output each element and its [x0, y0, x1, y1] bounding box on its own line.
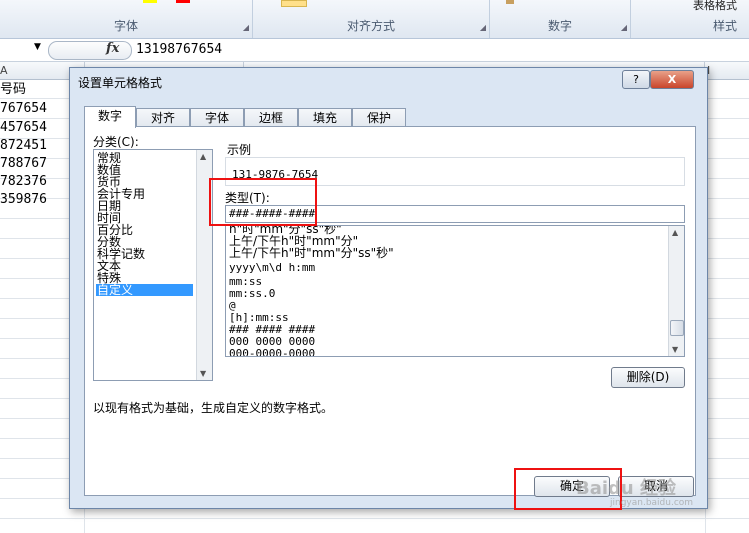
cell[interactable]: 359876	[0, 191, 70, 209]
category-scrollbar[interactable]: ▲ ▼	[196, 150, 212, 380]
tab-protection[interactable]: 保护	[352, 108, 406, 127]
scroll-down-icon[interactable]: ▼	[672, 345, 678, 354]
tab-border[interactable]: 边框	[244, 108, 298, 127]
sample-label: 示例	[227, 143, 252, 157]
ribbon-group-label: 字体	[113, 19, 138, 33]
tab-font[interactable]: 字体	[190, 108, 244, 127]
dialog-launcher-icon[interactable]: ◢	[243, 23, 249, 32]
ribbon-group-styles: 表格格式 样式	[631, 0, 749, 38]
ribbon-group-font: 字体 ◢	[0, 0, 253, 38]
scroll-down-icon[interactable]: ▼	[200, 369, 206, 378]
list-item[interactable]: 上午/下午h"时"mm"分"ss"秒"	[229, 247, 394, 259]
sample-value: 131-9876-7654	[232, 168, 319, 181]
formula-bar-handle[interactable]	[48, 41, 132, 60]
watermark-url: jingyan.baidu.com	[610, 498, 694, 508]
format-as-table-label[interactable]: 表格格式	[693, 0, 737, 13]
format-scrollbar[interactable]: ▲ ▼	[668, 226, 684, 356]
cell[interactable]: 457654	[0, 119, 70, 137]
sample-box: 131-9876-7654	[225, 157, 685, 186]
name-box[interactable]: ▼	[0, 40, 42, 59]
grid-line	[0, 518, 749, 519]
type-input-value: ###-####-####	[229, 207, 316, 220]
dialog-launcher-icon[interactable]: ◢	[480, 23, 486, 32]
wrap-text-icon[interactable]	[281, 0, 307, 7]
type-label: 类型(T):	[225, 191, 270, 205]
ribbon-group-label: 数字	[547, 19, 572, 33]
cell[interactable]: 767654	[0, 100, 70, 118]
dialog-launcher-icon[interactable]: ◢	[621, 23, 627, 32]
ribbon-group-number: 数字 ◢	[490, 0, 631, 38]
ribbon-group-label: 对齐方式	[346, 19, 395, 33]
help-button[interactable]: ?	[622, 70, 650, 89]
category-label: 分类(C):	[93, 135, 139, 149]
scroll-up-icon[interactable]: ▲	[200, 152, 206, 161]
close-button[interactable]: X	[650, 70, 694, 89]
highlight-color-swatch[interactable]	[143, 0, 157, 3]
cell[interactable]: 号码	[0, 81, 70, 99]
type-input[interactable]: ###-####-####	[225, 205, 685, 223]
number-format-icon[interactable]	[506, 0, 514, 4]
ribbon: 字体 ◢ 对齐方式 ◢ 数字 ◢ 表格格式 样式	[0, 0, 749, 39]
category-list[interactable]: 常规 数值 货币 会计专用 日期 时间 百分比 分数 科学记数 文本 特殊 自定…	[93, 149, 213, 381]
list-item-selected[interactable]: 自定义	[96, 284, 193, 296]
format-cells-dialog: 设置单元格格式 ? X 数字 对齐 字体 边框 填充 保护 分类(C): 常规 …	[69, 67, 708, 509]
watermark-logo: Baidu 经验	[576, 478, 677, 499]
list-item[interactable]: yyyy\m\d h:mm	[229, 262, 315, 274]
ribbon-group-alignment: 对齐方式 ◢	[253, 0, 490, 38]
tab-number[interactable]: 数字	[84, 106, 136, 128]
number-tab-panel: 分类(C): 常规 数值 货币 会计专用 日期 时间 百分比 分数 科学记数 文…	[84, 126, 696, 496]
list-item[interactable]: 000-0000-0000	[229, 348, 315, 357]
formula-bar: ▼ fx 13198767654	[0, 39, 749, 62]
cell[interactable]: 872451	[0, 137, 70, 155]
delete-button[interactable]: 删除(D)	[611, 367, 685, 388]
cell[interactable]: 782376	[0, 173, 70, 191]
description-text: 以现有格式为基础，生成自定义的数字格式。	[93, 401, 334, 415]
column-header-i[interactable]: I	[705, 62, 749, 80]
scroll-thumb[interactable]	[670, 320, 684, 336]
ribbon-group-label: 样式	[712, 19, 737, 33]
cell[interactable]: 788767	[0, 155, 70, 173]
font-color-swatch[interactable]	[176, 0, 190, 3]
formula-input[interactable]: 13198767654	[136, 42, 222, 57]
insert-function-icon[interactable]: fx	[106, 41, 119, 56]
dialog-title: 设置单元格格式	[78, 76, 163, 90]
tab-alignment[interactable]: 对齐	[136, 108, 190, 127]
chevron-down-icon[interactable]: ▼	[34, 42, 41, 52]
format-list[interactable]: h"时"mm"分"ss"秒" 上午/下午h"时"mm"分" 上午/下午h"时"m…	[225, 225, 685, 357]
scroll-up-icon[interactable]: ▲	[672, 228, 678, 237]
dialog-body: 数字 对齐 字体 边框 填充 保护 分类(C): 常规 数值 货币 会计专用 日…	[78, 94, 698, 498]
tab-fill[interactable]: 填充	[298, 108, 352, 127]
column-header-label: A	[0, 64, 8, 77]
